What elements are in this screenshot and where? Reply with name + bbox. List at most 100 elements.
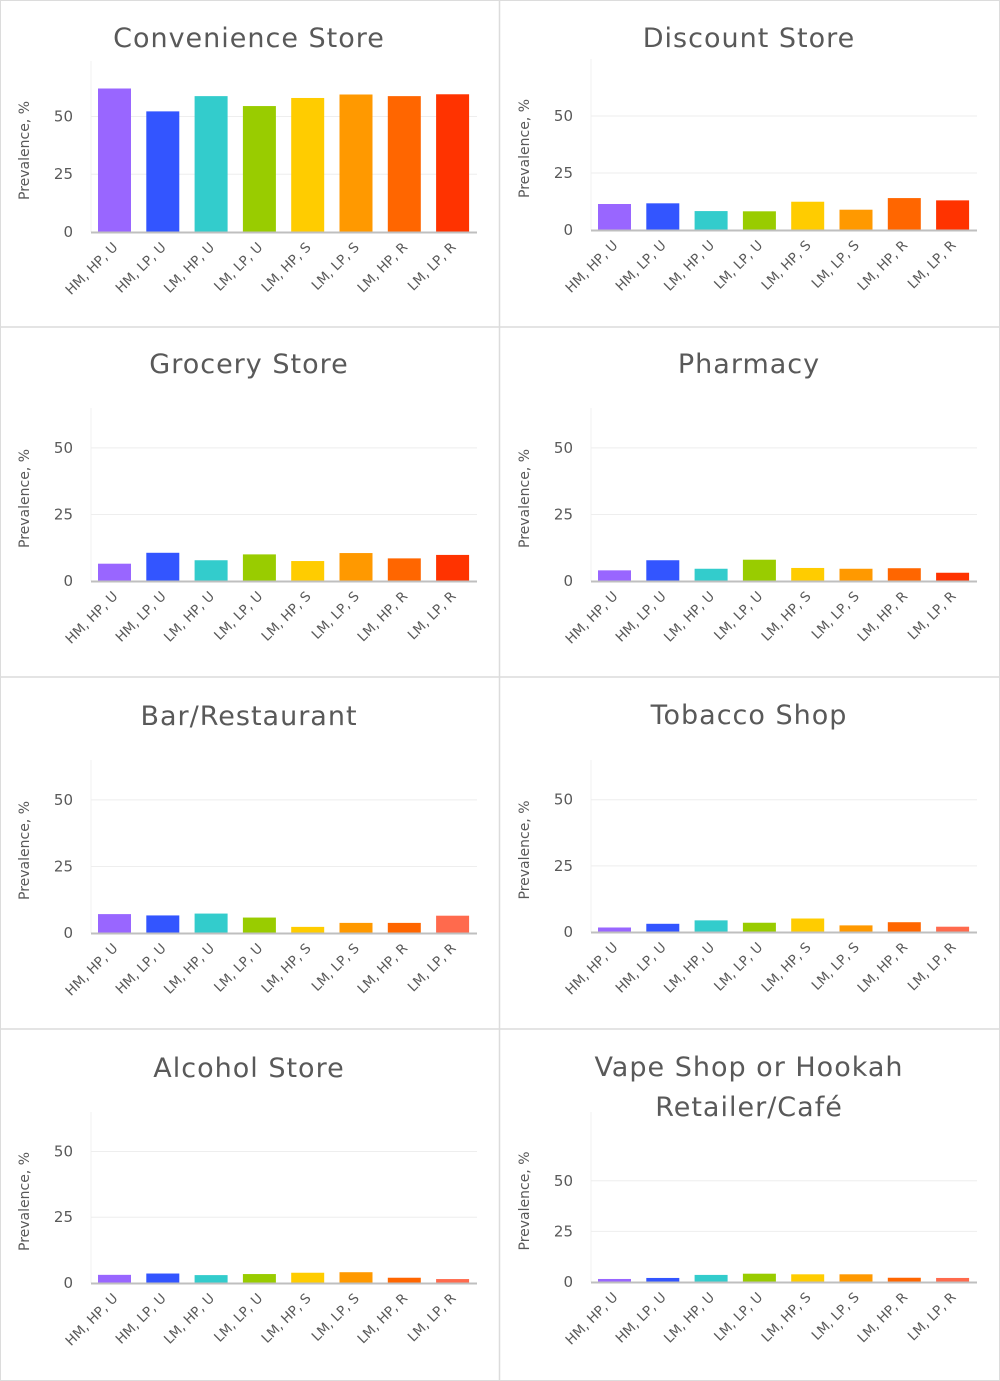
bar-lm-lp-s	[339, 1272, 373, 1283]
bar-lm-lp-r	[936, 1277, 970, 1282]
x-tick-label: LM, HP, R	[855, 589, 912, 646]
chart-panels: Convenience Store 0 25 50 Prevalence, % HM, H…	[17, 23, 977, 1349]
bar-hm-lp-u	[146, 1273, 180, 1283]
x-tick-label: LM, HP, U	[661, 238, 718, 295]
x-tick-label: HM, HP, U	[63, 1291, 122, 1350]
bar-lm-hp-r	[387, 96, 421, 232]
chart-title: Bar/Restaurant	[140, 701, 357, 732]
y-tick-label: 50	[54, 1142, 73, 1160]
x-tick-label: LM, HP, U	[161, 941, 218, 998]
bar-lm-hp-s	[791, 201, 825, 230]
y-tick-label: 25	[54, 165, 73, 183]
bar-lm-lp-u	[742, 211, 776, 230]
x-tick-label: HM, LP, U	[613, 940, 670, 997]
x-tick-label: HM, HP, U	[563, 1290, 622, 1349]
x-tick-label: LM, HP, S	[759, 238, 815, 294]
x-tick-label: HM, LP, U	[113, 240, 170, 297]
x-tick-label: HM, HP, U	[563, 940, 622, 999]
y-tick-label: 25	[554, 857, 573, 875]
y-axis-label: Prevalence, %	[517, 800, 533, 899]
x-tick-label: HM, LP, U	[113, 941, 170, 998]
bar-lm-hp-s	[791, 1274, 825, 1282]
x-tick-label: HM, HP, U	[63, 589, 122, 648]
y-axis-label: Prevalence, %	[517, 99, 533, 198]
bar-hm-lp-u	[646, 203, 680, 230]
y-tick-label: 50	[554, 1172, 573, 1190]
chart-vape-shop-or-hookah-retailer-caf: Vape Shop or Hookah Retailer/Café 0 25 50 Pre…	[517, 1052, 977, 1348]
x-tick-label: LM, LP, U	[711, 940, 766, 995]
y-axis-label: Prevalence, %	[17, 1152, 33, 1251]
y-tick-label: 25	[54, 505, 73, 523]
chart-title: Grocery Store	[149, 349, 348, 380]
bar-lm-lp-s	[839, 209, 873, 230]
x-tick-label: LM, HP, S	[759, 589, 815, 645]
y-tick-label: 25	[54, 857, 73, 875]
bar-hm-lp-u	[646, 923, 680, 932]
x-tick-label: LM, HP, R	[855, 1290, 912, 1347]
y-tick-label: 0	[63, 223, 73, 241]
y-axis-label: Prevalence, %	[17, 801, 33, 900]
bar-hm-lp-u	[146, 111, 180, 232]
chart-title: Discount Store	[643, 23, 855, 54]
bar-lm-lp-r	[936, 572, 970, 581]
y-tick-label: 50	[554, 791, 573, 809]
y-axis-label: Prevalence, %	[17, 449, 33, 548]
y-tick-label: 50	[554, 107, 573, 125]
x-tick-label: LM, HP, R	[355, 240, 412, 297]
chart-convenience-store: Convenience Store 0 25 50 Prevalence, % HM, H…	[17, 23, 477, 298]
chart-pharmacy: Pharmacy 0 25 50 Prevalence, % HM, HP, UHM, L…	[517, 349, 977, 647]
x-tick-label: LM, LP, R	[405, 941, 460, 996]
y-tick-label: 0	[563, 1273, 573, 1291]
x-tick-label: HM, HP, U	[63, 941, 122, 1000]
bar-hm-hp-u	[98, 914, 131, 933]
x-tick-label: LM, HP, S	[759, 940, 815, 996]
bar-lm-lp-r	[436, 554, 470, 581]
x-tick-label: HM, LP, U	[113, 589, 170, 646]
y-axis-label: Prevalence, %	[517, 1151, 533, 1250]
x-tick-label: LM, HP, S	[259, 589, 315, 645]
bar-hm-lp-u	[146, 915, 180, 933]
y-tick-label: 0	[63, 572, 73, 590]
x-tick-label: LM, HP, S	[759, 1290, 815, 1346]
bar-lm-lp-r	[936, 926, 970, 932]
x-tick-label: LM, LP, U	[711, 238, 766, 293]
chart-tobacco-shop: Tobacco Shop 0 25 50 Prevalence, % HM, HP, UH…	[517, 700, 977, 998]
x-tick-label: LM, LP, U	[711, 589, 766, 644]
bar-lm-lp-u	[242, 917, 276, 933]
bar-lm-hp-r	[387, 558, 421, 581]
x-tick-label: HM, LP, U	[113, 1291, 170, 1348]
x-tick-label: LM, HP, R	[355, 1291, 412, 1348]
bar-lm-lp-s	[339, 94, 373, 232]
x-tick-label: HM, LP, U	[613, 238, 670, 295]
bar-lm-hp-u	[694, 568, 728, 581]
y-tick-label: 0	[563, 923, 573, 941]
y-tick-label: 50	[54, 439, 73, 457]
y-tick-label: 25	[554, 164, 573, 182]
bar-lm-lp-r	[436, 94, 470, 233]
x-tick-label: LM, HP, U	[161, 589, 218, 646]
chart-discount-store: Discount Store 0 25 50 Prevalence, % HM, HP, …	[517, 23, 977, 296]
x-tick-label: LM, HP, R	[355, 941, 412, 998]
bar-lm-hp-u	[194, 1275, 228, 1283]
chart-title: Vape Shop or Hookah	[594, 1052, 903, 1083]
bar-lm-hp-u	[194, 96, 228, 232]
bar-hm-hp-u	[98, 88, 131, 232]
x-tick-label: LM, LP, R	[905, 238, 960, 293]
bar-lm-lp-r	[436, 1279, 470, 1283]
chart-grocery-store: Grocery Store 0 25 50 Prevalence, % HM, HP, U…	[17, 349, 477, 647]
chart-title: Tobacco Shop	[650, 700, 848, 731]
bar-lm-hp-r	[387, 1277, 421, 1283]
x-tick-label: LM, LP, R	[405, 240, 460, 295]
x-tick-label: LM, LP, R	[405, 1291, 460, 1346]
y-tick-label: 0	[63, 924, 73, 942]
bar-lm-hp-u	[194, 560, 228, 581]
bar-hm-lp-u	[146, 552, 180, 581]
x-tick-label: HM, LP, U	[613, 589, 670, 646]
bar-lm-hp-s	[291, 1272, 325, 1283]
x-tick-label: LM, HP, R	[855, 238, 912, 295]
bar-lm-hp-s	[291, 561, 325, 581]
x-tick-label: HM, HP, U	[63, 240, 122, 299]
x-tick-label: LM, LP, R	[405, 589, 460, 644]
bar-hm-hp-u	[598, 927, 631, 932]
y-tick-label: 0	[563, 572, 573, 590]
